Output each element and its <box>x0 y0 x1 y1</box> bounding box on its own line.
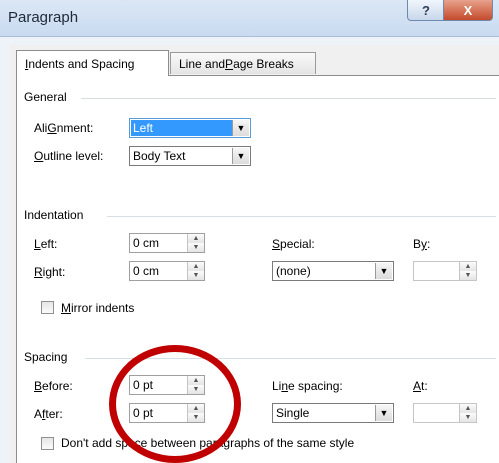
title-bar[interactable]: Paragraph ? X <box>0 0 499 37</box>
spacing-divider <box>85 358 496 359</box>
tab-indents-and-spacing[interactable]: Indents and Spacing <box>16 50 169 76</box>
at-label: At: <box>413 379 428 393</box>
spin-down-icon[interactable]: ▼ <box>460 413 476 422</box>
indent-right-spinner[interactable]: 0 cm ▲ ▼ <box>129 261 205 281</box>
tab-line-and-page-breaks[interactable]: Line and Page Breaks <box>170 52 316 74</box>
spacing-section-title: Spacing <box>24 350 68 364</box>
general-section-title: General <box>24 90 67 104</box>
line-spacing-select[interactable]: Single ▼ <box>272 403 394 423</box>
close-icon: X <box>463 2 473 18</box>
tab-label: Line and <box>179 56 226 71</box>
spin-down-icon[interactable]: ▼ <box>188 243 204 252</box>
spacing-after-value: 0 pt <box>133 406 154 420</box>
alignment-value: Left <box>131 120 232 136</box>
dialog-content: Indents and Spacing Line and Page Breaks… <box>9 45 499 463</box>
after-label: After: <box>34 407 63 421</box>
alignment-select[interactable]: Left ▼ <box>129 118 251 138</box>
indent-right-label: Right: <box>34 265 66 279</box>
outline-level-select[interactable]: Body Text ▼ <box>129 146 251 166</box>
indent-left-value: 0 cm <box>133 236 160 250</box>
chevron-down-icon[interactable]: ▼ <box>232 148 249 164</box>
at-spinner[interactable]: ▲ ▼ <box>413 403 477 423</box>
spacing-before-value: 0 pt <box>133 378 154 392</box>
dont-add-space-label: Don't add space between paragraphs of th… <box>61 436 355 450</box>
before-label: Before: <box>34 379 73 393</box>
special-indent-select[interactable]: (none) ▼ <box>272 261 394 281</box>
indentation-divider <box>107 216 496 217</box>
chevron-down-icon[interactable]: ▼ <box>375 405 392 421</box>
spin-down-icon[interactable]: ▼ <box>188 385 204 394</box>
spin-down-icon[interactable]: ▼ <box>460 271 476 280</box>
spin-down-icon[interactable]: ▼ <box>188 413 204 422</box>
spin-down-icon[interactable]: ▼ <box>188 271 204 280</box>
by-spinner[interactable]: ▲ ▼ <box>413 261 477 281</box>
tab-label: age Breaks <box>233 56 294 71</box>
mirror-indents-label: Mirror indents <box>61 301 135 315</box>
special-label: Special: <box>272 237 315 251</box>
by-label: By: <box>413 237 431 251</box>
indent-left-label: Left: <box>34 237 58 251</box>
chevron-down-icon[interactable]: ▼ <box>232 120 249 136</box>
chevron-down-icon[interactable]: ▼ <box>375 263 392 279</box>
window-title: Paragraph <box>8 9 79 26</box>
spacing-before-spinner[interactable]: 0 pt ▲ ▼ <box>129 375 205 395</box>
outline-level-label: Outline level: <box>34 149 104 163</box>
help-icon: ? <box>422 2 430 18</box>
alignment-label: AliGnment: <box>34 121 94 135</box>
indent-right-value: 0 cm <box>133 264 160 278</box>
dont-add-space-checkbox[interactable] <box>41 437 54 450</box>
paragraph-dialog: Paragraph ? X Indents and Spacing Line a… <box>0 0 499 463</box>
tab-label-accel: P <box>225 56 234 71</box>
outline-level-value: Body Text <box>133 149 186 163</box>
line-spacing-label: Line spacing: <box>272 379 343 393</box>
special-indent-value: (none) <box>276 264 311 278</box>
indentation-section-title: Indentation <box>24 208 84 222</box>
close-button[interactable]: X <box>443 0 493 21</box>
mirror-indents-checkbox[interactable] <box>41 301 54 314</box>
general-divider <box>81 98 496 99</box>
line-spacing-value: Single <box>276 406 310 420</box>
spacing-after-spinner[interactable]: 0 pt ▲ ▼ <box>129 403 205 423</box>
help-button[interactable]: ? <box>407 0 445 21</box>
indent-left-spinner[interactable]: 0 cm ▲ ▼ <box>129 233 205 253</box>
indents-and-spacing-panel: General AliGnment: Left ▼ Outline level:… <box>16 75 499 463</box>
tab-label: ndents and Spacing <box>28 56 135 71</box>
